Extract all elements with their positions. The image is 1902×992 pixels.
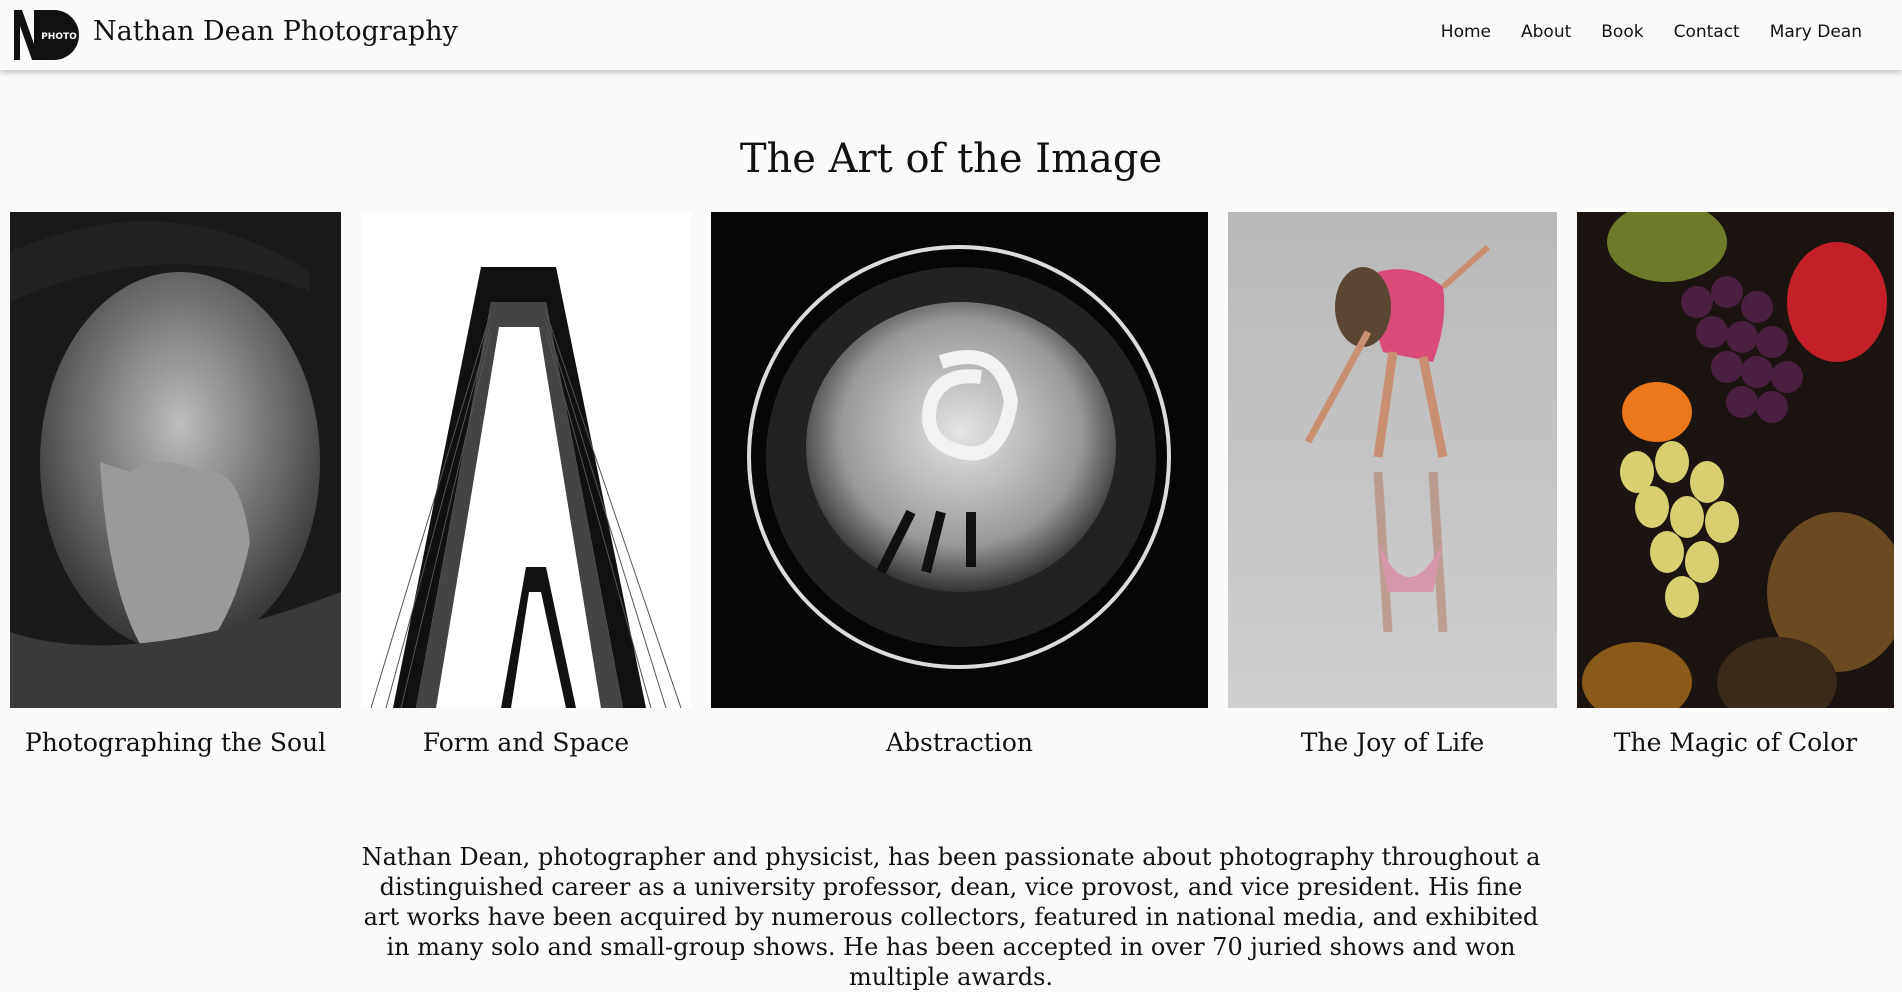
nav-about[interactable]: About: [1521, 22, 1571, 42]
portrait-photo: [10, 212, 341, 708]
caption-fruit[interactable]: The Magic of Color: [1577, 728, 1894, 757]
nav-mary-dean[interactable]: Mary Dean: [1770, 22, 1862, 42]
bridge-photo: [361, 212, 691, 708]
logo-mark-icon: PHOTO: [14, 10, 79, 60]
gallery-tile-beach[interactable]: [1228, 212, 1557, 708]
caption-bridge[interactable]: Form and Space: [361, 728, 691, 757]
caption-abstract[interactable]: Abstraction: [711, 728, 1208, 757]
caption-beach[interactable]: The Joy of Life: [1228, 728, 1557, 757]
caption-portrait[interactable]: Photographing the Soul: [10, 728, 341, 757]
gallery-tile-fruit[interactable]: [1577, 212, 1894, 708]
main-nav: Home About Book Contact Mary Dean: [1441, 0, 1862, 64]
nav-home[interactable]: Home: [1441, 22, 1491, 42]
bio-paragraph: Nathan Dean, photographer and physicist,…: [361, 843, 1541, 991]
fruit-photo: [1577, 212, 1894, 708]
site-header: PHOTO Nathan Dean Photography Home About…: [0, 0, 1902, 70]
logo-text: PHOTO: [41, 32, 77, 42]
gallery-tile-bridge[interactable]: [361, 212, 691, 708]
abstract-glass-photo: [711, 212, 1208, 708]
site-logo[interactable]: PHOTO: [14, 8, 80, 62]
gallery-tile-abstract[interactable]: [711, 212, 1208, 708]
nav-book[interactable]: Book: [1601, 22, 1643, 42]
page-title: The Art of the Image: [739, 136, 1163, 182]
nav-contact[interactable]: Contact: [1674, 22, 1740, 42]
site-title[interactable]: Nathan Dean Photography: [93, 16, 458, 47]
gallery-tile-portrait[interactable]: [10, 212, 341, 708]
beach-girl-photo: [1228, 212, 1557, 708]
